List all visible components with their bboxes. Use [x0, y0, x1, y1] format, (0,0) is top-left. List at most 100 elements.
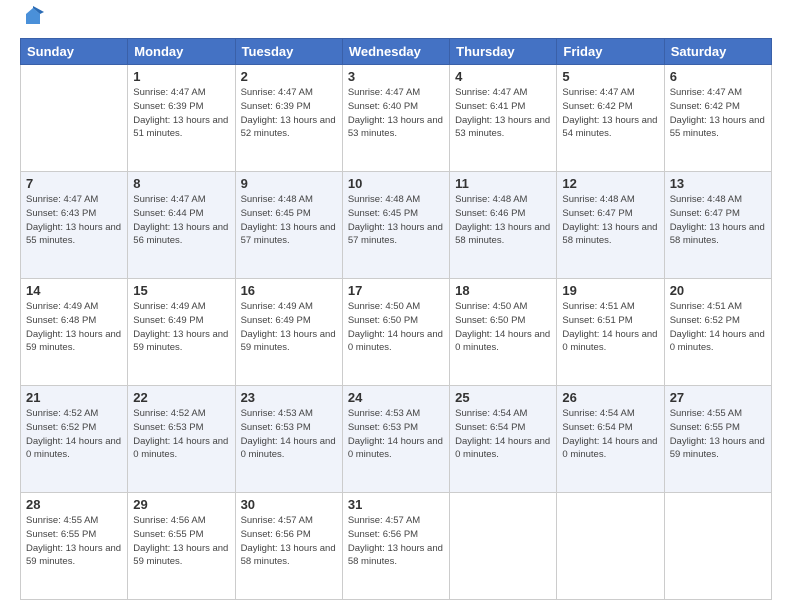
header-row: SundayMondayTuesdayWednesdayThursdayFrid… — [21, 39, 772, 65]
day-info: Sunrise: 4:48 AMSunset: 6:47 PMDaylight:… — [670, 193, 766, 248]
day-cell-5: 5 Sunrise: 4:47 AMSunset: 6:42 PMDaylight… — [557, 65, 664, 172]
day-number: 17 — [348, 283, 444, 298]
week-row-2: 7Sunrise: 4:47 AMSunset: 6:43 PMDaylight… — [21, 172, 772, 279]
day-number: 11 — [455, 176, 551, 191]
day-number: 21 — [26, 390, 122, 405]
day-number: 27 — [670, 390, 766, 405]
day-cell-11: 11 Sunrise: 4:48 AMSunset: 6:46 PMDayligh… — [450, 172, 557, 279]
day-cell-26: 26 Sunrise: 4:54 AMSunset: 6:54 PMDayligh… — [557, 386, 664, 493]
col-header-saturday: Saturday — [664, 39, 771, 65]
day-info: Sunrise: 4:48 AMSunset: 6:46 PMDaylight:… — [455, 193, 551, 248]
day-number: 19 — [562, 283, 658, 298]
day-cell-30: 30 Sunrise: 4:57 AMSunset: 6:56 PMDayligh… — [235, 493, 342, 600]
day-info: Sunrise: 4:52 AMSunset: 6:53 PMDaylight:… — [133, 407, 229, 462]
day-info: Sunrise: 4:54 AMSunset: 6:54 PMDaylight:… — [455, 407, 551, 462]
day-cell-18: 18Sunrise: 4:50 AMSunset: 6:50 PMDayligh… — [450, 279, 557, 386]
week-row-4: 21 Sunrise: 4:52 AMSunset: 6:52 PMDayligh… — [21, 386, 772, 493]
day-cell-3: 3Sunrise: 4:47 AMSunset: 6:40 PMDaylight… — [342, 65, 449, 172]
day-cell-27: 27 Sunrise: 4:55 AMSunset: 6:55 PMDayligh… — [664, 386, 771, 493]
day-info: Sunrise: 4:47 AMSunset: 6:44 PMDaylight:… — [133, 193, 229, 248]
day-number: 6 — [670, 69, 766, 84]
day-info: Sunrise: 4:48 AMSunset: 6:45 PMDaylight:… — [241, 193, 337, 248]
day-number: 22 — [133, 390, 229, 405]
week-row-1: 1 Sunrise: 4:47 AMSunset: 6:39 PMDaylight… — [21, 65, 772, 172]
day-number: 14 — [26, 283, 122, 298]
empty-cell — [557, 493, 664, 600]
week-row-5: 28 Sunrise: 4:55 AMSunset: 6:55 PMDayligh… — [21, 493, 772, 600]
day-number: 9 — [241, 176, 337, 191]
day-cell-15: 15Sunrise: 4:49 AMSunset: 6:49 PMDayligh… — [128, 279, 235, 386]
day-cell-20: 20Sunrise: 4:51 AMSunset: 6:52 PMDayligh… — [664, 279, 771, 386]
day-number: 10 — [348, 176, 444, 191]
empty-cell — [21, 65, 128, 172]
day-cell-29: 29 Sunrise: 4:56 AMSunset: 6:55 PMDayligh… — [128, 493, 235, 600]
day-cell-7: 7Sunrise: 4:47 AMSunset: 6:43 PMDaylight… — [21, 172, 128, 279]
day-cell-31: 31 Sunrise: 4:57 AMSunset: 6:56 PMDayligh… — [342, 493, 449, 600]
day-number: 31 — [348, 497, 444, 512]
day-info: Sunrise: 4:53 AMSunset: 6:53 PMDaylight:… — [241, 407, 337, 462]
day-cell-25: 25 Sunrise: 4:54 AMSunset: 6:54 PMDayligh… — [450, 386, 557, 493]
header — [20, 16, 772, 28]
day-cell-16: 16Sunrise: 4:49 AMSunset: 6:49 PMDayligh… — [235, 279, 342, 386]
day-info: Sunrise: 4:49 AMSunset: 6:48 PMDaylight:… — [26, 300, 122, 355]
day-number: 4 — [455, 69, 551, 84]
day-number: 15 — [133, 283, 229, 298]
day-number: 13 — [670, 176, 766, 191]
day-cell-8: 8Sunrise: 4:47 AMSunset: 6:44 PMDaylight… — [128, 172, 235, 279]
col-header-wednesday: Wednesday — [342, 39, 449, 65]
day-cell-28: 28 Sunrise: 4:55 AMSunset: 6:55 PMDayligh… — [21, 493, 128, 600]
day-number: 28 — [26, 497, 122, 512]
day-info: Sunrise: 4:50 AMSunset: 6:50 PMDaylight:… — [348, 300, 444, 355]
day-cell-23: 23 Sunrise: 4:53 AMSunset: 6:53 PMDayligh… — [235, 386, 342, 493]
day-info: Sunrise: 4:51 AMSunset: 6:51 PMDaylight:… — [562, 300, 658, 355]
day-number: 26 — [562, 390, 658, 405]
day-cell-10: 10 Sunrise: 4:48 AMSunset: 6:45 PMDayligh… — [342, 172, 449, 279]
day-number: 1 — [133, 69, 229, 84]
day-number: 18 — [455, 283, 551, 298]
week-row-3: 14 Sunrise: 4:49 AMSunset: 6:48 PMDayligh… — [21, 279, 772, 386]
day-cell-22: 22 Sunrise: 4:52 AMSunset: 6:53 PMDayligh… — [128, 386, 235, 493]
day-info: Sunrise: 4:48 AMSunset: 6:45 PMDaylight:… — [348, 193, 444, 248]
day-cell-6: 6 Sunrise: 4:47 AMSunset: 6:42 PMDaylight… — [664, 65, 771, 172]
col-header-tuesday: Tuesday — [235, 39, 342, 65]
day-cell-1: 1Sunrise: 4:47 AMSunset: 6:39 PMDaylight… — [128, 65, 235, 172]
day-info: Sunrise: 4:55 AMSunset: 6:55 PMDaylight:… — [26, 514, 122, 569]
day-info: Sunrise: 4:52 AMSunset: 6:52 PMDaylight:… — [26, 407, 122, 462]
day-number: 29 — [133, 497, 229, 512]
day-cell-4: 4 Sunrise: 4:47 AMSunset: 6:41 PMDaylight… — [450, 65, 557, 172]
day-number: 3 — [348, 69, 444, 84]
day-cell-12: 12Sunrise: 4:48 AMSunset: 6:47 PMDayligh… — [557, 172, 664, 279]
day-number: 12 — [562, 176, 658, 191]
day-info: Sunrise: 4:51 AMSunset: 6:52 PMDaylight:… — [670, 300, 766, 355]
logo — [20, 16, 44, 28]
day-info: Sunrise: 4:47 AMSunset: 6:42 PMDaylight:… — [670, 86, 766, 141]
day-info: Sunrise: 4:47 AMSunset: 6:42 PMDaylight:… — [562, 86, 658, 141]
day-info: Sunrise: 4:56 AMSunset: 6:55 PMDaylight:… — [133, 514, 229, 569]
col-header-thursday: Thursday — [450, 39, 557, 65]
day-cell-2: 2 Sunrise: 4:47 AMSunset: 6:39 PMDaylight… — [235, 65, 342, 172]
day-number: 7 — [26, 176, 122, 191]
day-number: 16 — [241, 283, 337, 298]
day-cell-13: 13 Sunrise: 4:48 AMSunset: 6:47 PMDayligh… — [664, 172, 771, 279]
day-info: Sunrise: 4:47 AMSunset: 6:39 PMDaylight:… — [241, 86, 337, 141]
day-info: Sunrise: 4:54 AMSunset: 6:54 PMDaylight:… — [562, 407, 658, 462]
day-info: Sunrise: 4:57 AMSunset: 6:56 PMDaylight:… — [348, 514, 444, 569]
day-number: 25 — [455, 390, 551, 405]
day-cell-9: 9 Sunrise: 4:48 AMSunset: 6:45 PMDaylight… — [235, 172, 342, 279]
day-cell-21: 21 Sunrise: 4:52 AMSunset: 6:52 PMDayligh… — [21, 386, 128, 493]
day-info: Sunrise: 4:55 AMSunset: 6:55 PMDaylight:… — [670, 407, 766, 462]
day-info: Sunrise: 4:47 AMSunset: 6:41 PMDaylight:… — [455, 86, 551, 141]
day-info: Sunrise: 4:57 AMSunset: 6:56 PMDaylight:… — [241, 514, 337, 569]
day-number: 2 — [241, 69, 337, 84]
col-header-sunday: Sunday — [21, 39, 128, 65]
empty-cell — [450, 493, 557, 600]
day-info: Sunrise: 4:53 AMSunset: 6:53 PMDaylight:… — [348, 407, 444, 462]
day-number: 30 — [241, 497, 337, 512]
col-header-friday: Friday — [557, 39, 664, 65]
day-cell-14: 14 Sunrise: 4:49 AMSunset: 6:48 PMDayligh… — [21, 279, 128, 386]
empty-cell — [664, 493, 771, 600]
day-cell-19: 19 Sunrise: 4:51 AMSunset: 6:51 PMDayligh… — [557, 279, 664, 386]
day-number: 23 — [241, 390, 337, 405]
day-number: 5 — [562, 69, 658, 84]
col-header-monday: Monday — [128, 39, 235, 65]
